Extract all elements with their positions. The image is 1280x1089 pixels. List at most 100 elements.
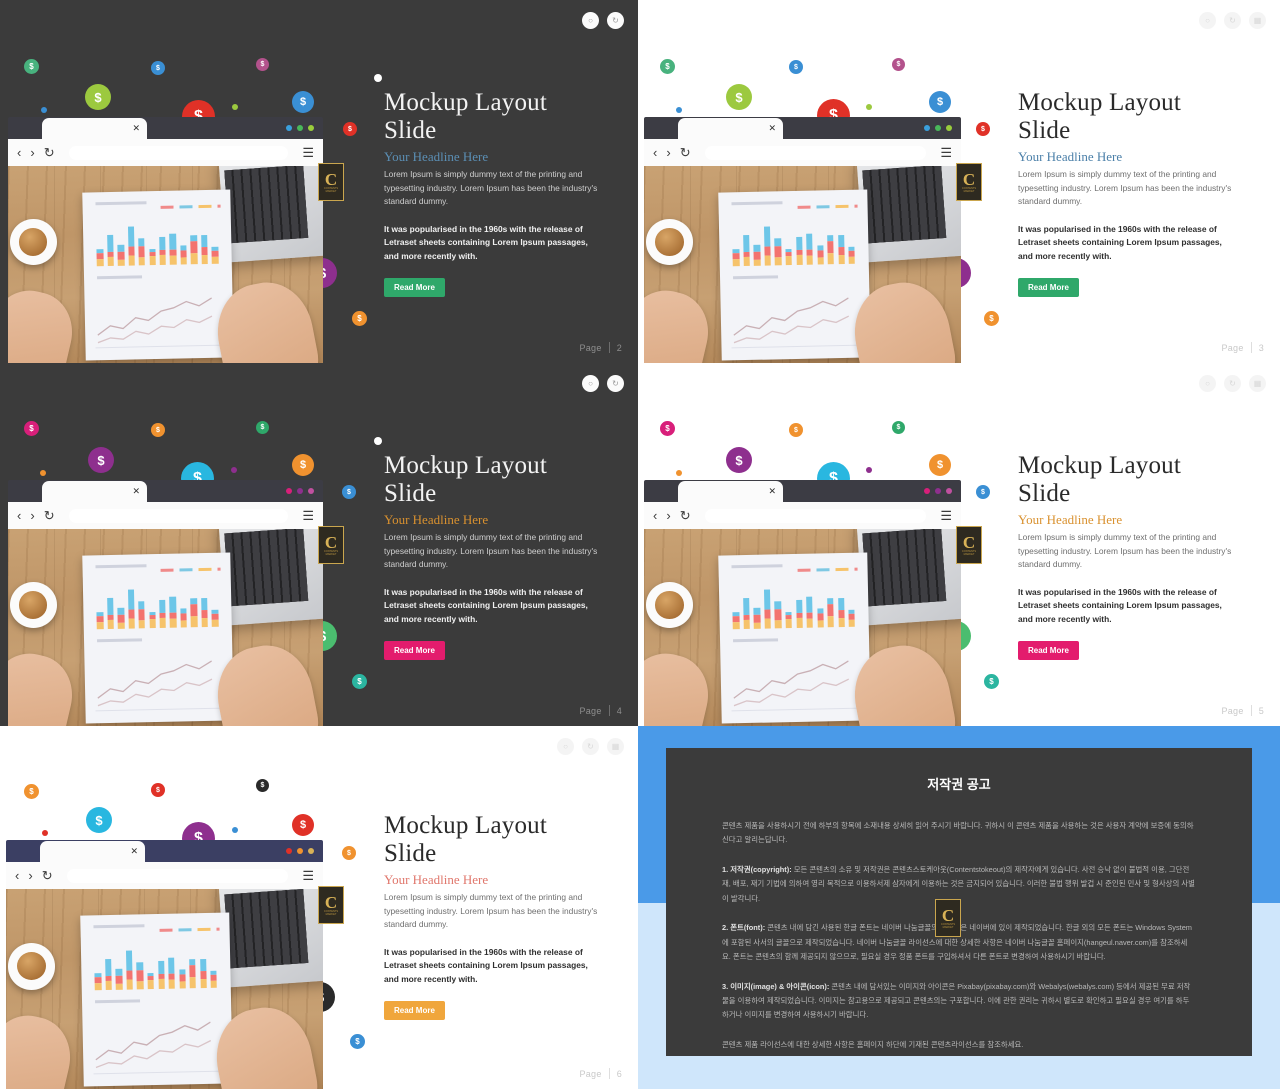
back-icon[interactable]: ‹ (653, 146, 657, 159)
browser-nav-bar[interactable]: ‹ › ↻ ☰ (6, 862, 323, 889)
reload-icon[interactable]: ↻ (44, 146, 55, 159)
browser-mockup[interactable]: ✕ ‹ › ↻ ☰ (8, 480, 323, 529)
browser-nav-bar[interactable]: ‹ › ↻ ☰ (644, 139, 961, 166)
menu-icon[interactable]: ☰ (940, 145, 952, 161)
slide-3[interactable]: $ $ $ $ $ $ $ $ $ $ ✕ (638, 0, 1280, 363)
browser-nav-bar[interactable]: ‹ › ↻ ☰ (8, 502, 323, 529)
slide-6[interactable]: $ $ $ $ $ $ $ $ $ $ ✕ (0, 726, 638, 1089)
read-more-button[interactable]: Read More (1018, 277, 1079, 297)
window-controls[interactable]: ○ ↻ ▦ (1199, 375, 1266, 392)
back-icon[interactable]: ‹ (17, 509, 21, 522)
refresh-icon[interactable]: ↻ (607, 375, 624, 392)
read-more-button[interactable]: Read More (1018, 640, 1079, 660)
slide-2[interactable]: $ $ $ $ $ $ $ $ $ $ ✕ (0, 0, 638, 363)
browser-nav-bar[interactable]: ‹ › ↻ ☰ (8, 139, 323, 166)
window-controls[interactable]: ○ ↻ (582, 12, 624, 29)
browser-mockup[interactable]: ✕ ‹ › ↻ ☰ (8, 117, 323, 166)
coin (676, 107, 682, 113)
watermark-badge: C CONTENTS MARKET (956, 526, 982, 564)
address-bar[interactable] (704, 145, 927, 160)
coin: $ (976, 122, 990, 136)
address-bar[interactable] (68, 508, 289, 523)
refresh-icon[interactable]: ↻ (1224, 375, 1241, 392)
grid-icon[interactable]: ▦ (1249, 375, 1266, 392)
grid-icon[interactable]: ▦ (1249, 12, 1266, 29)
desk-photo (8, 526, 323, 726)
forward-icon[interactable]: › (30, 146, 34, 159)
read-more-button[interactable]: Read More (384, 277, 445, 297)
close-icon[interactable]: ✕ (132, 123, 140, 134)
grid-icon[interactable]: ▦ (607, 738, 624, 755)
browser-tab-bar: ✕ (644, 480, 961, 502)
page-footer: Page 5 (1221, 705, 1264, 716)
search-icon[interactable]: ○ (582, 375, 599, 392)
browser-tab[interactable]: ✕ (678, 481, 783, 502)
forward-icon[interactable]: › (666, 509, 670, 522)
coin: $ (24, 784, 39, 799)
search-icon[interactable]: ○ (557, 738, 574, 755)
page-title: Mockup Layout Slide (1018, 452, 1181, 507)
close-icon[interactable]: ✕ (768, 486, 776, 497)
menu-icon[interactable]: ☰ (302, 145, 314, 161)
reload-icon[interactable]: ↻ (680, 509, 691, 522)
read-more-button[interactable]: Read More (384, 640, 445, 660)
browser-tab[interactable]: ✕ (40, 841, 145, 862)
refresh-icon[interactable]: ↻ (1224, 12, 1241, 29)
copyright-outro: 콘텐츠 제품 라이선스에 대한 상세한 사항은 홈페이지 하단에 기재된 콘텐츠… (722, 1039, 1024, 1049)
search-icon[interactable]: ○ (1199, 12, 1216, 29)
forward-icon[interactable]: › (666, 146, 670, 159)
window-controls[interactable]: ○ ↻ ▦ (557, 738, 624, 755)
browser-tab-bar: ✕ (644, 117, 961, 139)
browser-mockup[interactable]: ✕ ‹ › ↻ ☰ (644, 117, 961, 166)
browser-tab[interactable]: ✕ (678, 118, 783, 139)
slide-4[interactable]: $ $ $ $ $ $ $ $ $ $ ✕ (0, 363, 638, 726)
window-controls[interactable]: ○ ↻ ▦ (1199, 12, 1266, 29)
reload-icon[interactable]: ↻ (44, 509, 55, 522)
copyright-section-heading: 1. 저작권(copyright): (722, 864, 792, 874)
back-icon[interactable]: ‹ (17, 146, 21, 159)
menu-icon[interactable]: ☰ (940, 508, 952, 524)
address-bar[interactable] (66, 868, 289, 883)
close-icon[interactable]: ✕ (768, 123, 776, 134)
read-more-button[interactable]: Read More (384, 1000, 445, 1020)
page-number: 5 (1258, 705, 1264, 716)
forward-icon[interactable]: › (30, 509, 34, 522)
browser-mockup[interactable]: ✕ ‹ › ↻ ☰ (6, 840, 323, 889)
watermark-letter: C (962, 169, 976, 189)
coin: $ (24, 59, 39, 74)
refresh-icon[interactable]: ↻ (607, 12, 624, 29)
coin: $ (151, 423, 165, 437)
refresh-icon[interactable]: ↻ (582, 738, 599, 755)
window-controls[interactable]: ○ ↻ (582, 375, 624, 392)
back-icon[interactable]: ‹ (15, 869, 19, 882)
slide-5[interactable]: $ $ $ $ $ $ $ $ $ $ ✕ (638, 363, 1280, 726)
browser-nav-bar[interactable]: ‹ › ↻ ☰ (644, 502, 961, 529)
coin: $ (929, 91, 951, 113)
close-icon[interactable]: ✕ (130, 846, 138, 857)
reload-icon[interactable]: ↻ (680, 146, 691, 159)
reload-icon[interactable]: ↻ (42, 869, 53, 882)
coin: $ (292, 91, 314, 113)
close-icon[interactable]: ✕ (132, 486, 140, 497)
desk-photo (644, 526, 961, 726)
laptop (218, 163, 323, 263)
browser-tab[interactable]: ✕ (42, 481, 147, 502)
body-bold-text: It was popularised in the 1960s with the… (1018, 223, 1222, 262)
search-icon[interactable]: ○ (582, 12, 599, 29)
body-text: Lorem Ipsum is simply dummy text of the … (1018, 532, 1232, 570)
page-number: 6 (616, 1068, 622, 1079)
forward-icon[interactable]: › (28, 869, 32, 882)
page-title: Mockup Layout Slide (384, 452, 547, 507)
browser-mockup[interactable]: ✕ ‹ › ↻ ☰ (644, 480, 961, 529)
coffee-cup (9, 219, 57, 265)
body-bold-text: It was popularised in the 1960s with the… (384, 946, 588, 985)
back-icon[interactable]: ‹ (653, 509, 657, 522)
address-bar[interactable] (68, 145, 289, 160)
watermark-badge: C CONTENTS MARKET (318, 886, 344, 924)
search-icon[interactable]: ○ (1199, 375, 1216, 392)
menu-icon[interactable]: ☰ (302, 868, 314, 884)
laptop (218, 526, 323, 626)
browser-tab[interactable]: ✕ (42, 118, 147, 139)
address-bar[interactable] (704, 508, 927, 523)
menu-icon[interactable]: ☰ (302, 508, 314, 524)
